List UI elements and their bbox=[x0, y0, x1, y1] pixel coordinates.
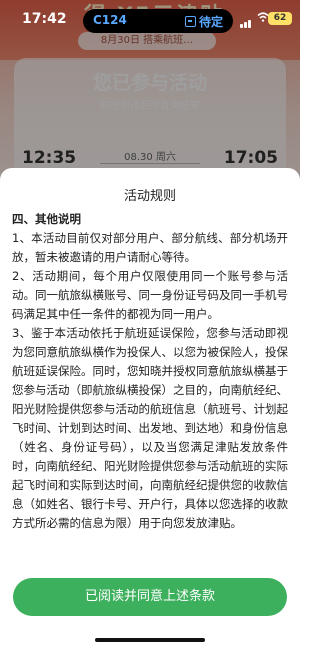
section-heading: 四、其他说明 bbox=[12, 212, 81, 226]
rules-content[interactable]: 四、其他说明 1、本活动目前仅对部分用户、部分航线、部分机场开放，暂未被邀请的用… bbox=[12, 210, 288, 533]
rule-paragraph-3: 3、鉴于本活动依托于航班延误保险，您参与活动即视为您同意航旅纵横作为投保人、以您… bbox=[12, 326, 288, 530]
live-activity-island[interactable]: C124 待定 bbox=[83, 9, 233, 33]
rules-modal: 活动规则 四、其他说明 1、本活动目前仅对部分用户、部分航线、部分机场开放，暂未… bbox=[0, 168, 300, 651]
island-flight-number: C124 bbox=[93, 13, 127, 27]
signal-icon bbox=[240, 13, 252, 32]
island-status-label: 待定 bbox=[198, 15, 223, 29]
battery-icon: 62 bbox=[268, 12, 292, 25]
rule-paragraph-2: 2、活动期间，每个用户仅限使用同一个账号参与活动。同一航旅纵横账号、同一身份证号… bbox=[12, 269, 288, 321]
rule-paragraph-1: 1、本活动目前仅对部分用户、部分航线、部分机场开放，暂未被邀请的用户请耐心等待。 bbox=[12, 231, 288, 264]
home-indicator[interactable] bbox=[95, 638, 205, 642]
island-flight-status: 待定 bbox=[184, 13, 223, 30]
calendar-icon bbox=[184, 16, 196, 27]
status-bar: 17:42 C124 待定 62 bbox=[0, 0, 300, 40]
status-time: 17:42 bbox=[22, 11, 67, 27]
modal-title: 活动规则 bbox=[123, 189, 176, 204]
agree-button[interactable]: 已阅读并同意上述条款 bbox=[13, 578, 287, 616]
